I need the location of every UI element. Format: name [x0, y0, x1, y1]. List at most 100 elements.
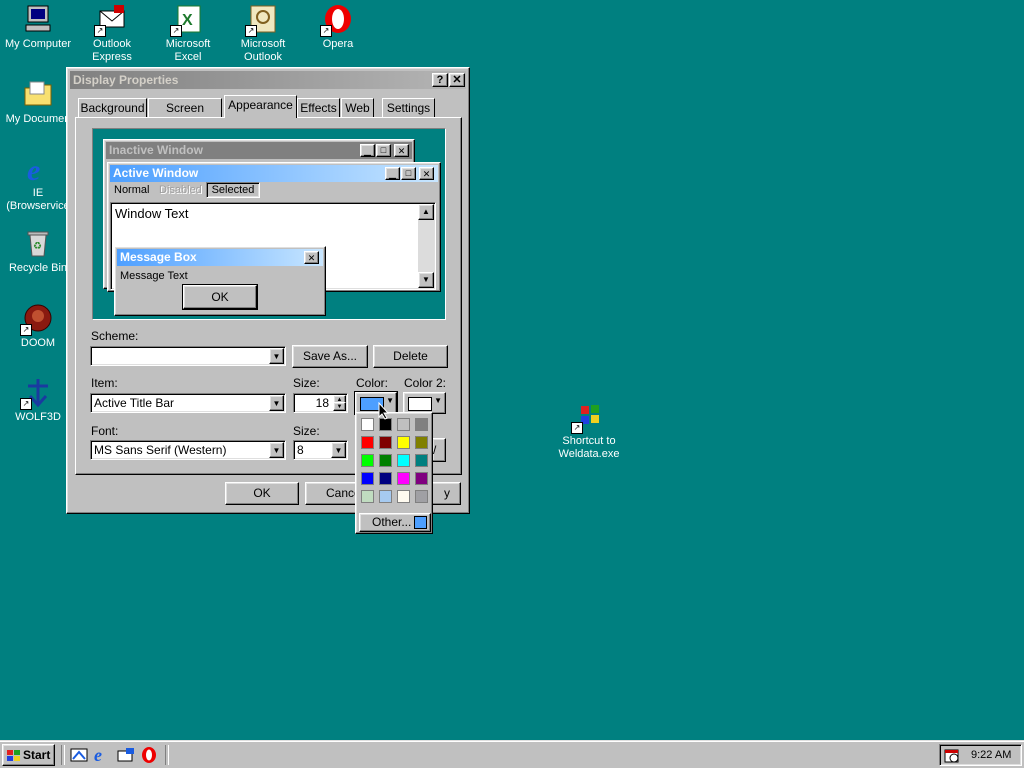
start-button[interactable]: Start — [2, 744, 55, 766]
menu-selected: Selected — [206, 182, 260, 198]
icon-label: Shortcut to — [562, 435, 616, 447]
scheme-dropdown[interactable]: ▼ — [90, 346, 286, 366]
font-dropdown[interactable]: MS Sans Serif (Western) ▼ — [90, 440, 286, 460]
quicklaunch-desktop-icon[interactable] — [70, 747, 88, 766]
italic-button[interactable]: / — [432, 438, 446, 462]
color-palette-popup: Other... — [355, 412, 433, 534]
other-label: Other... — [372, 515, 412, 529]
chevron-down-icon[interactable]: ▼ — [269, 348, 284, 364]
color-swatch-14[interactable] — [397, 472, 410, 485]
icon-label: DOOM — [20, 337, 56, 349]
icon-label: Microsoft — [165, 38, 211, 50]
icon-label: WOLF3D — [15, 411, 61, 423]
close-icon: ✕ — [419, 167, 434, 180]
quicklaunch-outlook-express-icon[interactable] — [117, 747, 135, 766]
color-label: Color: — [356, 376, 389, 390]
color-swatch-15[interactable] — [415, 472, 428, 485]
font-size-label: Size: — [293, 424, 320, 438]
color-swatch-3[interactable] — [415, 418, 428, 431]
color-swatch-4[interactable] — [361, 436, 374, 449]
windows-logo-icon — [7, 750, 20, 761]
quicklaunch-opera-icon[interactable] — [140, 746, 158, 767]
icon-label-2: Excel — [174, 51, 202, 63]
item-dropdown[interactable]: Active Title Bar ▼ — [90, 393, 286, 413]
delete-button[interactable]: Delete — [373, 345, 448, 368]
close-button[interactable]: ✕ — [449, 73, 465, 87]
color-swatch-13[interactable] — [379, 472, 392, 485]
desktop-icon-ie[interactable]: e IE (Browservice — [0, 152, 76, 213]
msgbox-title: Message Box — [117, 249, 323, 266]
window-titlebar[interactable]: Display Properties — [70, 71, 466, 89]
color-swatch-0[interactable] — [361, 418, 374, 431]
font-size-dropdown[interactable]: 8 ▼ — [293, 440, 348, 460]
color-swatch-5[interactable] — [379, 436, 392, 449]
icon-label: Outlook — [93, 38, 131, 50]
spin-down-icon[interactable]: ▼ — [333, 402, 346, 411]
ok-button[interactable]: OK — [225, 482, 299, 505]
desktop-icon-my-documents[interactable]: My Documen — [0, 78, 76, 126]
chevron-down-icon[interactable]: ▼ — [269, 395, 284, 411]
tab-web[interactable]: Web — [341, 98, 374, 117]
tab-appearance[interactable]: Appearance — [224, 95, 297, 118]
color-picker-button[interactable]: ▼ — [354, 391, 398, 415]
desktop-icon-weldata[interactable]: ↗ Shortcut to Weldata.exe — [551, 400, 627, 461]
color-swatch-16[interactable] — [361, 490, 374, 503]
system-tray: 9:22 AM — [939, 744, 1022, 766]
tab-background[interactable]: Background — [78, 98, 147, 117]
tab-settings[interactable]: Settings — [382, 98, 435, 117]
color-swatch-18[interactable] — [397, 490, 410, 503]
desktop-icon-excel[interactable]: X ↗ Microsoft Excel — [150, 3, 226, 64]
wolf3d-icon: ↗ — [20, 376, 54, 410]
color-swatch-6[interactable] — [397, 436, 410, 449]
tab-screen-saver[interactable]: Screen Saver — [148, 98, 222, 133]
maximize-icon: □ — [401, 167, 416, 180]
color2-picker-button[interactable]: ▼ — [403, 392, 446, 414]
divider — [165, 745, 169, 765]
desktop-icon-wolf3d[interactable]: ↗ WOLF3D — [0, 376, 76, 424]
color-swatch-8[interactable] — [361, 454, 374, 467]
item-value: Active Title Bar — [94, 396, 175, 410]
appearance-preview[interactable]: Inactive Window ▁ □ ✕ Active Window ▁ □ … — [92, 128, 446, 320]
color2-swatch — [408, 397, 432, 411]
color-swatch-11[interactable] — [415, 454, 428, 467]
taskbar: Start e 9:22 AM — [0, 740, 1024, 768]
window-title: Display Properties — [73, 73, 179, 87]
help-button[interactable]: ? — [432, 73, 448, 87]
computer-icon — [22, 3, 54, 35]
desktop-icon-outlook-express[interactable]: ↗ Outlook Express — [74, 3, 150, 64]
doom-icon: ↗ — [20, 302, 54, 336]
chevron-down-icon: ▼ — [434, 396, 442, 405]
close-icon: ✕ — [394, 144, 409, 157]
scheduler-icon[interactable] — [944, 748, 960, 764]
color-swatch-19[interactable] — [415, 490, 428, 503]
color-swatch-17[interactable] — [379, 490, 392, 503]
quicklaunch-ie-icon[interactable]: e — [94, 745, 102, 766]
color-swatch-12[interactable] — [361, 472, 374, 485]
minimize-icon: ▁ — [385, 167, 400, 180]
svg-text:X: X — [182, 12, 193, 29]
other-color-button[interactable]: Other... — [359, 513, 431, 532]
size-label: Size: — [293, 376, 320, 390]
preview-scrollbar: ▲ ▼ — [418, 204, 434, 288]
desktop-icon-opera[interactable]: ↗ Opera — [300, 3, 376, 51]
chevron-down-icon[interactable]: ▼ — [269, 442, 284, 458]
color-swatch-9[interactable] — [379, 454, 392, 467]
desktop-icon-recycle-bin[interactable]: ♻ Recycle Bin — [0, 227, 76, 275]
preview-message-box: Message Box ✕ Message Text OK — [114, 246, 326, 316]
tab-effects[interactable]: Effects — [297, 98, 340, 117]
color-swatch-7[interactable] — [415, 436, 428, 449]
icon-label-2: Express — [92, 51, 132, 63]
color-swatch-10[interactable] — [397, 454, 410, 467]
chevron-down-icon[interactable]: ▼ — [331, 442, 346, 458]
save-as-button[interactable]: Save As... — [292, 345, 368, 368]
window-text: Window Text — [115, 206, 189, 221]
menu-normal: Normal — [114, 184, 150, 196]
desktop-icon-outlook[interactable]: ↗ Microsoft Outlook — [225, 3, 301, 64]
desktop-icon-my-computer[interactable]: My Computer — [0, 3, 76, 51]
icon-label-2: Weldata.exe — [558, 448, 620, 460]
size-spinner[interactable]: 18 ▲ ▼ — [293, 393, 348, 413]
clock[interactable]: 9:22 AM — [971, 749, 1011, 761]
desktop-icon-doom[interactable]: ↗ DOOM — [0, 302, 76, 350]
color-swatch-2[interactable] — [397, 418, 410, 431]
icon-label: Microsoft — [240, 38, 286, 50]
